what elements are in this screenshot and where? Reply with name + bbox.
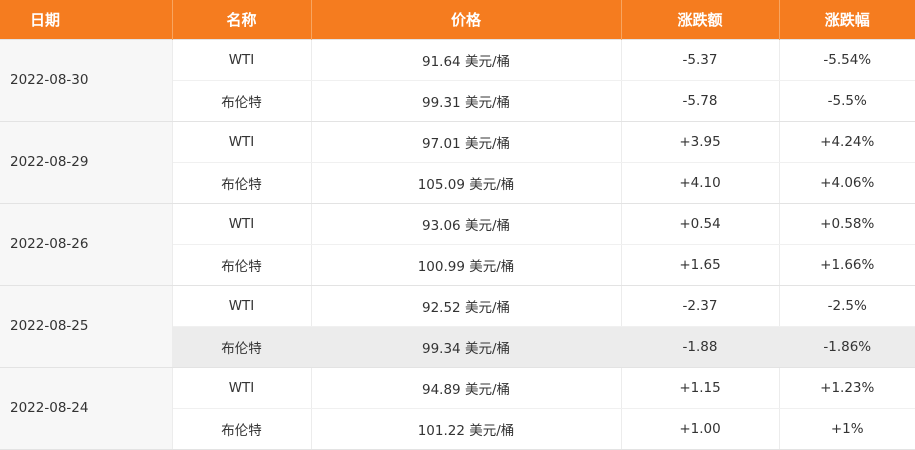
name-cell: WTI [172,120,312,163]
name-cell: 布伦特 [172,80,312,122]
change-pct-cell: +0.58% [779,202,915,245]
name-cell: 布伦特 [172,244,312,286]
name-cell: 布伦特 [172,162,312,204]
change-cell: +3.95 [621,120,780,163]
price-cell: 91.64 美元/桶 [311,38,622,81]
change-pct-cell: +4.24% [779,120,915,163]
change-pct-cell: +1.66% [779,244,915,286]
oil-price-table: 日期 名称 价格 涨跌额 涨跌幅 2022-08-30 WTI 91.64 美元… [0,0,915,450]
header-name: 名称 [172,0,312,39]
change-cell: +1.00 [621,408,780,450]
table-row: 2022-08-25 WTI 92.52 美元/桶 -2.37 -2.5% [0,284,915,368]
date-cell: 2022-08-25 [0,284,173,368]
price-cell: 97.01 美元/桶 [311,120,622,163]
change-cell: +1.65 [621,244,780,286]
header-change: 涨跌额 [621,0,780,39]
change-cell: +0.54 [621,202,780,245]
table-body: 2022-08-30 WTI 91.64 美元/桶 -5.37 -5.54% 布… [0,38,915,450]
change-cell: +1.15 [621,366,780,409]
table-header: 日期 名称 价格 涨跌额 涨跌幅 [0,0,915,39]
table-row: 2022-08-26 WTI 93.06 美元/桶 +0.54 +0.58% [0,202,915,286]
change-cell: -2.37 [621,284,780,327]
header-date: 日期 [0,0,173,39]
name-cell: WTI [172,284,312,327]
change-pct-cell: +1.23% [779,366,915,409]
name-cell: 布伦特 [172,408,312,450]
date-cell: 2022-08-24 [0,366,173,450]
price-cell: 99.31 美元/桶 [311,80,622,122]
change-pct-cell: -1.86% [779,326,915,368]
table-row: 2022-08-30 WTI 91.64 美元/桶 -5.37 -5.54% [0,38,915,122]
header-row: 日期 名称 价格 涨跌额 涨跌幅 [0,0,915,39]
name-cell: WTI [172,38,312,81]
date-cell: 2022-08-29 [0,120,173,204]
date-cell: 2022-08-30 [0,38,173,122]
header-price: 价格 [311,0,622,39]
change-cell: -5.37 [621,38,780,81]
price-cell: 94.89 美元/桶 [311,366,622,409]
price-cell: 99.34 美元/桶 [311,326,622,368]
price-cell: 101.22 美元/桶 [311,408,622,450]
table-row: 2022-08-24 WTI 94.89 美元/桶 +1.15 +1.23% [0,366,915,450]
change-pct-cell: -5.5% [779,80,915,122]
table-row: 2022-08-29 WTI 97.01 美元/桶 +3.95 +4.24% [0,120,915,204]
price-cell: 105.09 美元/桶 [311,162,622,204]
price-cell: 93.06 美元/桶 [311,202,622,245]
change-pct-cell: +1% [779,408,915,450]
price-cell: 100.99 美元/桶 [311,244,622,286]
change-pct-cell: -5.54% [779,38,915,81]
name-cell: WTI [172,366,312,409]
name-cell: WTI [172,202,312,245]
header-change-pct: 涨跌幅 [824,10,870,29]
change-cell: -5.78 [621,80,780,122]
price-cell: 92.52 美元/桶 [311,284,622,327]
change-pct-cell: +4.06% [779,162,915,204]
change-cell: +4.10 [621,162,780,204]
date-cell: 2022-08-26 [0,202,173,286]
change-pct-cell: -2.5% [779,284,915,327]
change-cell: -1.88 [621,326,780,368]
name-cell: 布伦特 [172,326,312,368]
